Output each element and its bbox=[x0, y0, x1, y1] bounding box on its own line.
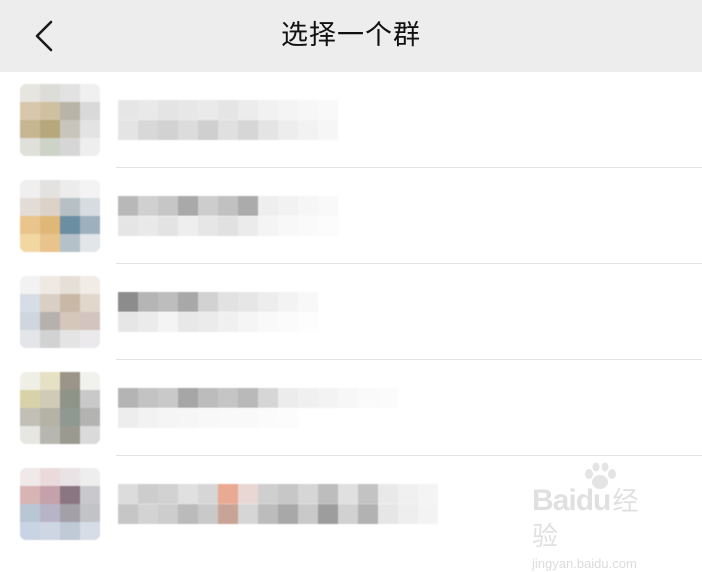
blurred-text-line bbox=[118, 388, 398, 408]
group-name-blurred bbox=[118, 484, 438, 524]
group-avatar bbox=[20, 84, 100, 156]
blurred-text-line bbox=[118, 100, 338, 120]
blurred-text-line bbox=[118, 196, 338, 216]
blurred-text-line bbox=[118, 120, 338, 140]
group-avatar bbox=[20, 180, 100, 252]
group-name-blurred bbox=[118, 196, 338, 236]
group-row[interactable] bbox=[0, 72, 702, 168]
blurred-text-line bbox=[118, 292, 318, 312]
blurred-text-line bbox=[118, 484, 438, 504]
navigation-bar: 选择一个群 bbox=[0, 0, 702, 72]
group-row[interactable] bbox=[0, 264, 702, 360]
group-name-blurred bbox=[118, 388, 398, 428]
blurred-text-line bbox=[118, 408, 398, 428]
watermark-brand: Bai bbox=[532, 484, 577, 517]
group-row[interactable] bbox=[0, 360, 702, 456]
blurred-text-line bbox=[118, 216, 338, 236]
group-row[interactable] bbox=[0, 168, 702, 264]
group-name-blurred bbox=[118, 292, 318, 332]
group-avatar bbox=[20, 468, 100, 540]
watermark-logo: Baidu经验 bbox=[532, 484, 662, 554]
page-title: 选择一个群 bbox=[281, 20, 421, 51]
blurred-text-line bbox=[118, 504, 438, 524]
blurred-text-line bbox=[118, 312, 318, 332]
group-avatar bbox=[20, 276, 100, 348]
group-name-blurred bbox=[118, 100, 338, 140]
group-avatar bbox=[20, 372, 100, 444]
baidu-jingyan-watermark: Baidu经验 jingyan.baidu.com bbox=[532, 462, 662, 571]
paw-icon bbox=[585, 462, 616, 489]
watermark-url: jingyan.baidu.com bbox=[532, 556, 637, 571]
